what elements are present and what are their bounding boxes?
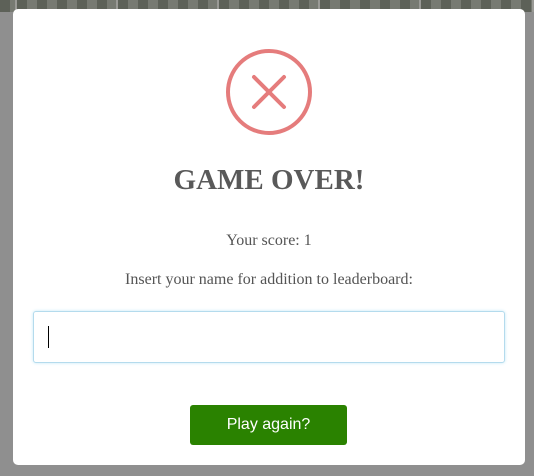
- leaderboard-prompt: Insert your name for addition to leaderb…: [125, 271, 413, 288]
- score-text: Your score: 1: [226, 232, 312, 249]
- dialog-title: GAME OVER!: [173, 164, 365, 196]
- text-caret: [48, 326, 49, 348]
- game-over-dialog: GAME OVER! Your score: 1 Insert your nam…: [13, 9, 525, 465]
- player-name-input[interactable]: [33, 311, 505, 363]
- play-again-button[interactable]: Play again?: [190, 405, 347, 445]
- error-x-icon: [226, 49, 312, 135]
